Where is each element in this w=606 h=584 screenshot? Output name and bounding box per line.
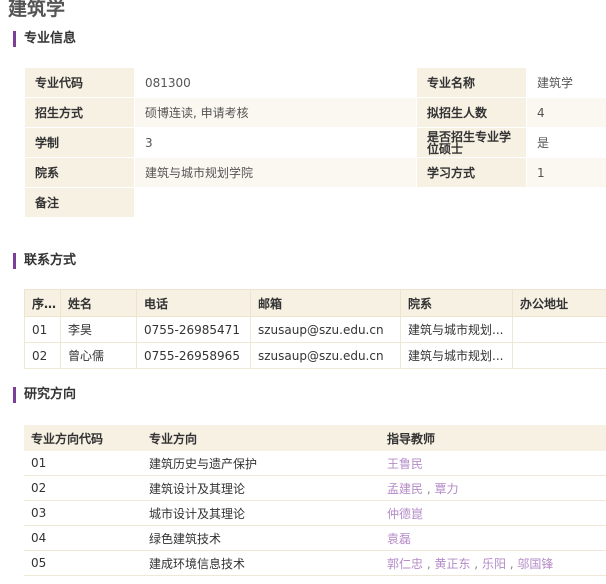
section-title-research: 研究方向 bbox=[13, 387, 76, 403]
table-row: 01 李昊 0755-26985471 szusaup@szu.edu.cn 建… bbox=[24, 316, 606, 343]
column-header: 专业方向代码 bbox=[24, 425, 142, 451]
teacher-list: 袁磊 bbox=[380, 525, 606, 551]
info-label: 学制 bbox=[24, 127, 135, 158]
column-header: 院系 bbox=[400, 289, 513, 317]
page-title: 建筑学 bbox=[8, 0, 66, 20]
info-label: 院系 bbox=[24, 157, 135, 188]
info-value: 建筑与城市规划学院 bbox=[134, 157, 417, 188]
column-header: 指导教师 bbox=[380, 425, 606, 451]
info-row: 学制 3 是否招生专业学位硕士 是 bbox=[24, 127, 606, 158]
table-row: 01 建筑历史与遗产保护 王鲁民 bbox=[24, 451, 606, 476]
direction-name: 建筑设计及其理论 bbox=[142, 475, 380, 501]
contact-name: 李昊 bbox=[60, 316, 137, 343]
direction-code: 02 bbox=[24, 475, 142, 501]
teacher-link[interactable]: 邬国锋 bbox=[517, 557, 553, 571]
contact-phone: 0755-26958965 bbox=[136, 342, 251, 369]
table-row: 05 建成环境信息技术 郭仁忠 , 黄正东 , 乐阳 , 邬国锋 bbox=[24, 550, 606, 576]
separator: , bbox=[423, 481, 435, 496]
info-value: 1 bbox=[526, 157, 606, 188]
info-label: 专业名称 bbox=[416, 67, 527, 98]
info-label: 备注 bbox=[24, 187, 135, 218]
separator: , bbox=[470, 556, 482, 571]
teacher-link[interactable]: 郭仁忠 bbox=[387, 557, 423, 571]
teacher-list: 仲德崑 bbox=[380, 500, 606, 526]
separator: , bbox=[423, 556, 435, 571]
contact-no: 01 bbox=[24, 316, 61, 343]
column-header: 姓名 bbox=[60, 289, 137, 317]
research-header-row: 专业方向代码 专业方向 指导教师 bbox=[24, 425, 606, 451]
research-table: 专业方向代码 专业方向 指导教师 01 建筑历史与遗产保护 王鲁民 02 建筑设… bbox=[24, 425, 606, 576]
teacher-link[interactable]: 王鲁民 bbox=[387, 457, 423, 471]
column-header: 电话 bbox=[136, 289, 251, 317]
teacher-link[interactable]: 袁磊 bbox=[387, 532, 411, 546]
contact-dept: 建筑与城市规划... bbox=[400, 316, 513, 343]
info-row: 专业代码 081300 专业名称 建筑学 bbox=[24, 67, 606, 98]
contact-office bbox=[512, 316, 606, 343]
column-header: 邮箱 bbox=[250, 289, 401, 317]
info-value: 4 bbox=[526, 97, 606, 128]
teacher-link[interactable]: 黄正东 bbox=[434, 557, 470, 571]
direction-code: 04 bbox=[24, 525, 142, 551]
column-header: 专业方向 bbox=[142, 425, 380, 451]
info-value: 081300 bbox=[134, 67, 417, 98]
direction-name: 城市设计及其理论 bbox=[142, 500, 380, 526]
table-row: 03 城市设计及其理论 仲德崑 bbox=[24, 500, 606, 526]
table-row: 04 绿色建筑技术 袁磊 bbox=[24, 525, 606, 551]
contact-dept: 建筑与城市规划... bbox=[400, 342, 513, 369]
teacher-link[interactable]: 仲德崑 bbox=[387, 507, 423, 521]
info-value bbox=[134, 187, 606, 218]
table-row: 02 建筑设计及其理论 孟建民 , 覃力 bbox=[24, 475, 606, 501]
contact-phone: 0755-26985471 bbox=[136, 316, 251, 343]
info-row: 备注 bbox=[24, 187, 606, 218]
info-value: 建筑学 bbox=[526, 67, 606, 98]
direction-name: 建筑历史与遗产保护 bbox=[142, 451, 380, 476]
info-label: 是否招生专业学位硕士 bbox=[416, 127, 527, 158]
contact-email: szusaup@szu.edu.cn bbox=[250, 316, 401, 343]
teacher-link[interactable]: 乐阳 bbox=[482, 557, 506, 571]
section-title-info: 专业信息 bbox=[13, 31, 76, 47]
teacher-list: 王鲁民 bbox=[380, 451, 606, 476]
separator: , bbox=[505, 556, 518, 571]
direction-name: 建成环境信息技术 bbox=[142, 550, 380, 576]
teacher-list: 孟建民 , 覃力 bbox=[380, 475, 606, 501]
section-title-contact: 联系方式 bbox=[13, 253, 76, 269]
info-value: 硕博连读, 申请考核 bbox=[134, 97, 417, 128]
direction-code: 03 bbox=[24, 500, 142, 526]
contact-email: szusaup@szu.edu.cn bbox=[250, 342, 401, 369]
direction-code: 01 bbox=[24, 451, 142, 476]
info-row: 院系 建筑与城市规划学院 学习方式 1 bbox=[24, 157, 606, 188]
info-label: 专业代码 bbox=[24, 67, 135, 98]
contact-header-row: 序... 姓名 电话 邮箱 院系 办公地址 bbox=[24, 289, 606, 317]
teacher-link[interactable]: 孟建民 bbox=[387, 482, 423, 496]
column-header: 办公地址 bbox=[512, 289, 606, 317]
contact-office bbox=[512, 342, 606, 369]
teacher-link[interactable]: 覃力 bbox=[434, 482, 458, 496]
info-table: 专业代码 081300 专业名称 建筑学 招生方式 硕博连读, 申请考核 拟招生… bbox=[24, 67, 606, 218]
info-value: 3 bbox=[134, 127, 417, 158]
contact-table: 序... 姓名 电话 邮箱 院系 办公地址 01 李昊 0755-2698547… bbox=[24, 289, 606, 369]
direction-name: 绿色建筑技术 bbox=[142, 525, 380, 551]
info-label: 学习方式 bbox=[416, 157, 527, 188]
direction-code: 05 bbox=[24, 550, 142, 576]
contact-name: 曾心儒 bbox=[60, 342, 137, 369]
column-header: 序... bbox=[24, 289, 61, 317]
contact-no: 02 bbox=[24, 342, 61, 369]
info-value: 是 bbox=[526, 127, 606, 158]
teacher-list: 郭仁忠 , 黄正东 , 乐阳 , 邬国锋 bbox=[380, 550, 606, 576]
info-label: 招生方式 bbox=[24, 97, 135, 128]
table-row: 02 曾心儒 0755-26958965 szusaup@szu.edu.cn … bbox=[24, 342, 606, 369]
info-label: 拟招生人数 bbox=[416, 97, 527, 128]
info-row: 招生方式 硕博连读, 申请考核 拟招生人数 4 bbox=[24, 97, 606, 128]
